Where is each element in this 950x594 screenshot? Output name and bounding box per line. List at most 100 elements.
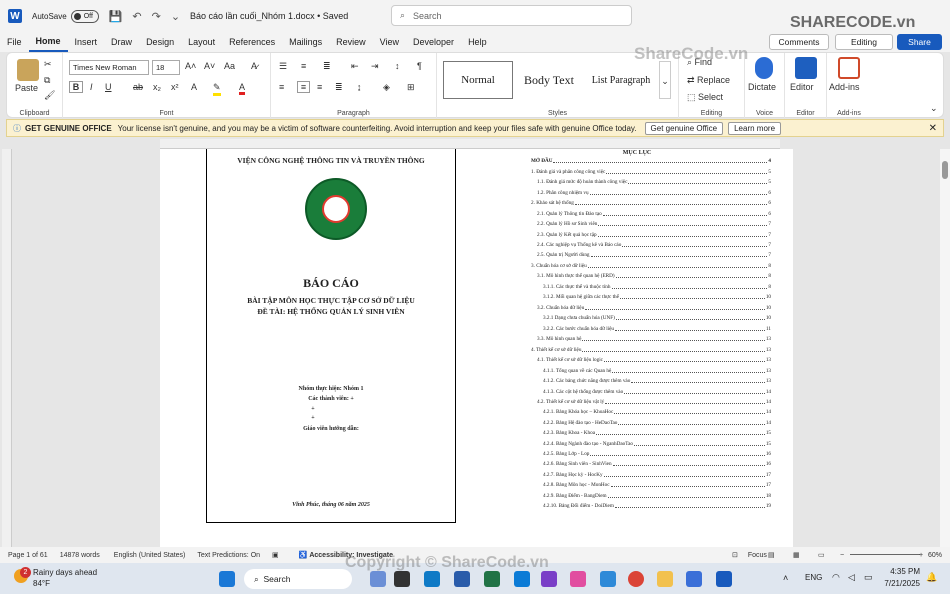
zoom-out-icon[interactable]: − <box>840 552 844 559</box>
wifi-icon[interactable]: ◠ <box>832 572 840 583</box>
align-right-icon[interactable]: ≡ <box>317 82 322 92</box>
page-cover[interactable]: VIỆN CÔNG NGHỆ THÔNG TIN VÀ TRUYỀN THÔNG… <box>160 149 481 547</box>
toc-entry[interactable]: 4.2. Thiết kế cơ sở dữ liệu vật lý 14 <box>537 399 771 405</box>
paste-button[interactable]: Paste <box>15 83 38 93</box>
cut-icon[interactable]: ✂ <box>44 59 52 70</box>
toc-entry[interactable]: 4.2.7. Bảng Học kỳ - HocKy 17 <box>543 472 771 478</box>
notepad-icon[interactable] <box>686 571 702 587</box>
highlight-icon[interactable]: ✎ <box>213 82 221 96</box>
edge-icon[interactable] <box>424 571 440 587</box>
zoom-level[interactable]: 60% <box>928 552 942 559</box>
toc-entry[interactable]: 3.2.1 Dạng chưa chuẩn hóa (UNF) 10 <box>543 315 771 321</box>
redo-icon[interactable]: ↷ <box>152 10 161 23</box>
decrease-indent-icon[interactable]: ⇤ <box>351 61 359 72</box>
addins-grid-icon[interactable] <box>838 57 860 79</box>
vscode-icon[interactable] <box>514 571 530 587</box>
microphone-icon[interactable] <box>755 57 773 79</box>
get-genuine-button[interactable]: Get genuine Office <box>644 121 724 135</box>
show-marks-icon[interactable]: ¶ <box>417 61 422 71</box>
multilevel-list-icon[interactable]: ≣ <box>323 61 331 72</box>
toc-entry[interactable]: 4.1.3. Các cột hệ thống được thêm vào 14 <box>543 389 771 395</box>
toc-entry[interactable]: 1. Đánh giá và phân công công việc 5 <box>531 169 771 175</box>
toc-entry[interactable]: 3.1.1. Các thực thể và thuộc tính 8 <box>543 284 771 290</box>
clock-time[interactable]: 4:35 PM <box>884 567 920 576</box>
toc-entry[interactable]: 4.2.6. Bảng Sinh viên - SinhVien 16 <box>543 461 771 467</box>
scrollbar-thumb[interactable] <box>942 161 948 179</box>
visual-studio-icon[interactable] <box>541 571 557 587</box>
toc-entry[interactable]: 4.2.9. Bảng Điểm - BangDiem 18 <box>543 493 771 499</box>
underline-button[interactable]: U <box>105 82 112 92</box>
editing-mode-button[interactable]: Editing <box>835 34 893 50</box>
tab-help[interactable]: Help <box>461 32 494 52</box>
word-count[interactable]: 14878 words <box>60 552 100 559</box>
style-normal[interactable]: Normal <box>443 61 513 99</box>
file-explorer-icon[interactable] <box>657 571 673 587</box>
weather-text[interactable]: Rainy days ahead <box>33 568 97 577</box>
customize-qat-icon[interactable]: ⌄ <box>171 10 180 23</box>
toc-entry[interactable]: 4.2.1. Bảng Khóa học – KhoaHoc 14 <box>543 409 771 415</box>
toc-entry[interactable]: 3. Chuẩn hóa cơ sở dữ liệu 8 <box>531 263 771 269</box>
toc-entry[interactable]: 4.1. Thiết kế cơ sở dữ liệu logic 13 <box>537 357 771 363</box>
borders-icon[interactable]: ⊞ <box>407 82 415 93</box>
change-case-icon[interactable]: Aa <box>224 61 235 71</box>
zoom-in-icon[interactable]: + <box>919 552 923 559</box>
windows-start-icon[interactable] <box>219 571 235 587</box>
collapse-ribbon-icon[interactable]: ⌄ <box>930 103 938 114</box>
toc-entry[interactable]: 1.1. Đánh giá mức độ hoàn thành công việ… <box>537 179 771 185</box>
notification-icon[interactable]: 🔔 <box>926 572 937 583</box>
autosave-toggle[interactable]: Off <box>70 9 99 23</box>
text-effects-icon[interactable]: A <box>191 82 197 92</box>
line-spacing-icon[interactable]: ↨ <box>357 82 362 92</box>
taskbar-search[interactable]: ⌕ Search <box>244 569 352 589</box>
toc-entry[interactable]: 3.2.2. Các bước chuẩn hóa dữ liệu 11 <box>543 326 771 332</box>
editor-button[interactable]: Editor <box>790 82 814 92</box>
focus-button[interactable]: ⊡ Focus <box>724 551 767 559</box>
tab-review[interactable]: Review <box>329 32 373 52</box>
justify-icon[interactable]: ≣ <box>335 82 343 93</box>
tab-insert[interactable]: Insert <box>68 32 105 52</box>
shrink-font-icon[interactable]: A˅ <box>204 61 215 71</box>
comments-button[interactable]: Comments <box>769 34 829 50</box>
tab-draw[interactable]: Draw <box>104 32 139 52</box>
volume-icon[interactable]: ◁ <box>848 572 855 583</box>
page-count[interactable]: Page 1 of 61 <box>8 552 48 559</box>
paste-icon[interactable] <box>17 59 39 81</box>
toc-entry[interactable]: 3.3. Mô hình quan hệ 13 <box>537 336 771 342</box>
vertical-scrollbar[interactable] <box>940 149 950 547</box>
word-taskbar-icon[interactable] <box>716 571 732 587</box>
toc-entry[interactable]: 2.3. Quản lý Kết quả học tập 7 <box>537 232 771 238</box>
widgets-icon[interactable] <box>370 571 386 587</box>
macro-icon[interactable]: ▣ <box>272 551 279 559</box>
text-predictions[interactable]: Text Predictions: On <box>197 552 260 559</box>
editor-pen-icon[interactable] <box>795 57 817 79</box>
tab-developer[interactable]: Developer <box>406 32 461 52</box>
styles-more-icon[interactable]: ⌄ <box>659 61 671 99</box>
align-center-icon[interactable]: ≡ <box>297 81 310 93</box>
vertical-ruler[interactable] <box>2 149 12 547</box>
addins-button[interactable]: Add-ins <box>829 82 860 92</box>
copy-icon[interactable]: ⧉ <box>44 75 50 86</box>
toc-entry[interactable]: 1.2. Phân công nhiệm vụ 6 <box>537 190 771 196</box>
undo-icon[interactable]: ↶ <box>132 10 141 23</box>
figma-icon[interactable] <box>570 571 586 587</box>
dictate-button[interactable]: Dictate <box>748 82 776 92</box>
zoom-slider[interactable] <box>850 554 920 555</box>
grow-font-icon[interactable]: A˄ <box>185 61 196 71</box>
battery-icon[interactable]: ▭ <box>864 572 873 583</box>
clock-date[interactable]: 7/21/2025 <box>876 579 920 588</box>
toc-entry[interactable]: 4.2.3. Bảng Khoa - Khoa 15 <box>543 430 771 436</box>
italic-button[interactable]: I <box>90 82 93 92</box>
horizontal-ruler[interactable] <box>160 139 780 149</box>
toc-entry[interactable]: 2.1. Quản lý Thông tin Đào tạo 6 <box>537 211 771 217</box>
toc-entry[interactable]: 4.2.4. Bảng Ngành đào tạo - NganhDaoTao 1… <box>543 441 771 447</box>
tab-layout[interactable]: Layout <box>181 32 222 52</box>
toc-entry[interactable]: MỞ ĐẦU 4 <box>531 158 771 164</box>
close-icon[interactable]: ✕ <box>929 123 937 134</box>
toc-entry[interactable]: 4.2.8. Bảng Môn học - MonHoc 17 <box>543 482 771 488</box>
align-left-icon[interactable]: ≡ <box>279 82 284 92</box>
bullets-icon[interactable]: ☰ <box>279 61 287 72</box>
save-icon[interactable]: 💾 <box>109 10 123 23</box>
learn-more-button[interactable]: Learn more <box>728 121 782 135</box>
toc-entry[interactable]: 4. Thiết kế cơ sở dữ liệu 13 <box>531 347 771 353</box>
tab-mailings[interactable]: Mailings <box>282 32 329 52</box>
